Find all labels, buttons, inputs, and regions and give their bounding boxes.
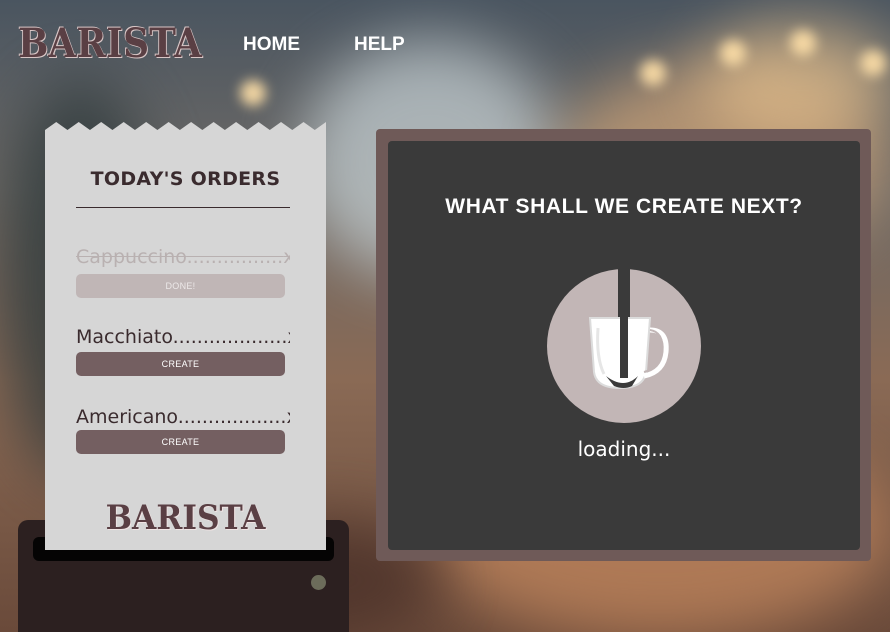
orders-receipt: TODAY'S ORDERS Cappuccino...............…	[45, 122, 326, 550]
receipt-divider	[76, 207, 290, 208]
order-leader-dots: ................	[186, 246, 284, 268]
order-name: Americano	[76, 406, 178, 428]
create-americano-button[interactable]: CREATE	[76, 430, 285, 454]
order-item-cappuccino: Cappuccino................x1	[76, 246, 290, 268]
coffee-cup-loading-icon	[547, 268, 701, 423]
order-item-americano: Americano..................x1	[76, 406, 290, 428]
order-quantity: x1	[286, 406, 290, 428]
receipt-footer-logo: BARISTA	[105, 498, 266, 538]
order-leader-dots: ...................	[172, 326, 288, 348]
board-title: WHAT SHALL WE CREATE NEXT?	[445, 195, 803, 218]
loading-text: loading...	[577, 437, 671, 461]
create-macchiato-button[interactable]: CREATE	[76, 352, 285, 376]
nav-help-link[interactable]: HELP	[354, 34, 405, 56]
chalkboard: WHAT SHALL WE CREATE NEXT? loading...	[388, 141, 860, 550]
order-name: Cappuccino	[76, 246, 187, 268]
order-done-button[interactable]: DONE!	[76, 274, 285, 298]
nav-home-link[interactable]: HOME	[243, 34, 300, 56]
order-name: Macchiato	[76, 326, 173, 348]
order-leader-dots: ..................	[177, 406, 287, 428]
printer-status-light	[311, 575, 326, 590]
order-quantity: x1	[287, 326, 290, 348]
header-logo[interactable]: BARISTA	[18, 20, 202, 67]
receipt-title: TODAY'S ORDERS	[90, 168, 281, 190]
order-item-macchiato: Macchiato...................x1	[76, 326, 290, 348]
order-quantity: x1	[283, 246, 290, 268]
